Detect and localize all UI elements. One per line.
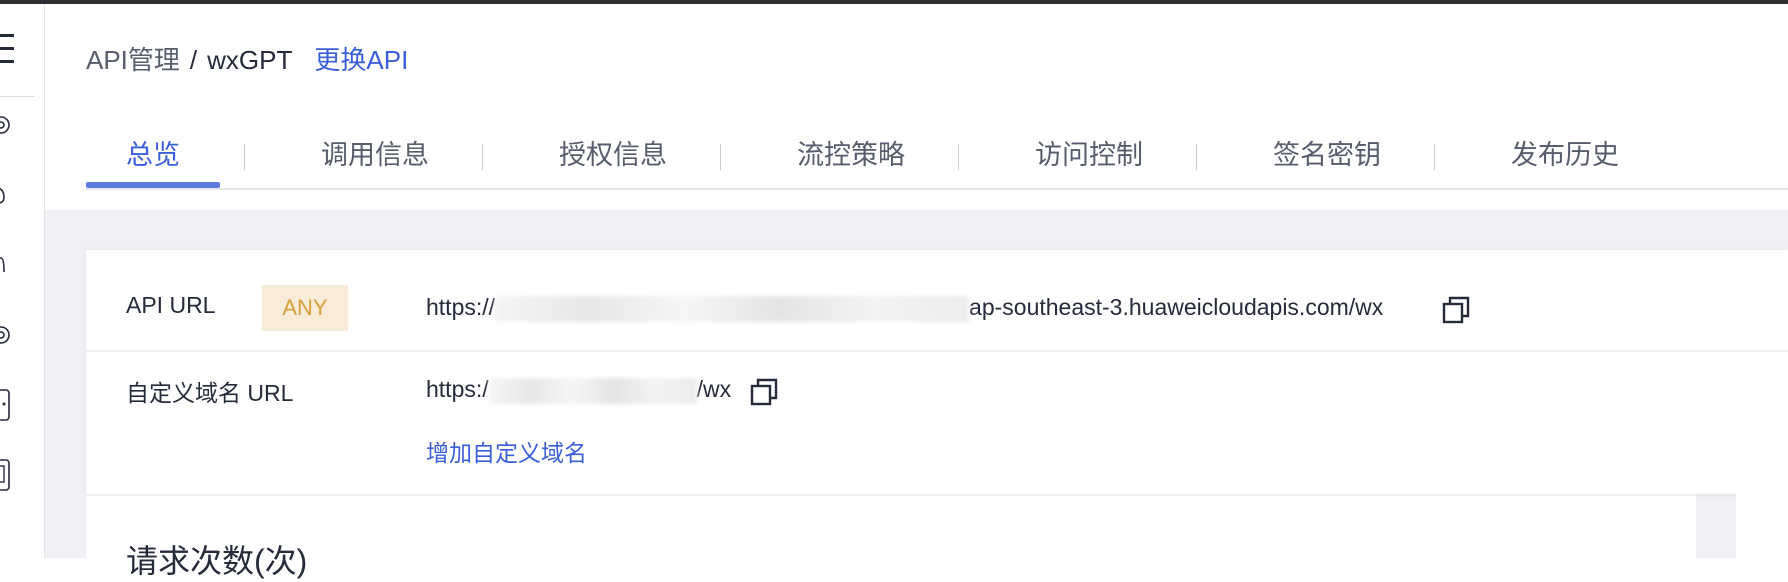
api-url-value[interactable]: https:// ap-southeast-3.huaweicloudapis.c…: [426, 294, 1383, 322]
breadcrumb-api-name: wxGPT: [207, 45, 293, 75]
tab-authorization-info[interactable]: 授权信息: [524, 128, 702, 186]
api-url-label: API URL: [126, 292, 216, 318]
copy-custom-url-icon[interactable]: [750, 378, 778, 406]
tab-signature-key[interactable]: 签名密钥: [1238, 128, 1416, 186]
custom-url-suffix: /wx: [696, 376, 732, 402]
rail-divider: [0, 96, 34, 97]
cloud-icon[interactable]: [0, 184, 12, 206]
function-icon[interactable]: [0, 254, 12, 276]
breadcrumb-separator: /: [189, 45, 198, 75]
side-stats-card: [1736, 494, 1788, 558]
redacted-custom-domain: [488, 377, 697, 404]
menu-icon[interactable]: [0, 34, 14, 64]
custom-url-prefix: https:/: [426, 376, 489, 402]
tab-divider: [958, 144, 959, 170]
tab-divider: [482, 144, 483, 170]
settings-icon[interactable]: [0, 324, 12, 346]
window-top-bar: [0, 0, 1788, 4]
breadcrumb-api-management[interactable]: API管理: [86, 45, 180, 75]
row-divider: [86, 350, 1788, 352]
toolkit-icon[interactable]: [0, 458, 12, 492]
tab-access-control[interactable]: 访问控制: [1000, 128, 1178, 186]
method-badge: ANY: [262, 285, 348, 331]
add-custom-domain-link[interactable]: 增加自定义域名: [426, 434, 587, 468]
change-api-link[interactable]: 更换API: [314, 45, 408, 75]
request-count-title: 请求次数(次): [126, 543, 308, 579]
service-icon[interactable]: [0, 114, 12, 136]
tab-traffic-control[interactable]: 流控策略: [762, 128, 940, 186]
tab-overview[interactable]: 总览: [86, 128, 220, 188]
custom-domain-label: 自定义域名 URL: [126, 380, 294, 406]
api-url-card: API URL ANY https:// ap-southeast-3.huawe…: [86, 250, 1788, 494]
breadcrumb: API管理 / wxGPT 更换API: [86, 42, 408, 78]
tab-invocation-info[interactable]: 调用信息: [286, 128, 464, 186]
tab-divider: [720, 144, 721, 170]
tab-bar: 总览 调用信息 授权信息 流控策略 访问控制 签名密钥 发布历史: [86, 128, 1788, 190]
tab-divider: [1196, 144, 1197, 170]
api-url-prefix: https://: [426, 294, 496, 320]
document-icon[interactable]: [0, 388, 12, 422]
request-count-card: 请求次数(次): [86, 494, 1696, 579]
tab-divider: [244, 144, 245, 170]
tab-publish-history[interactable]: 发布历史: [1476, 128, 1654, 186]
copy-api-url-icon[interactable]: [1442, 296, 1470, 324]
tab-divider: [1434, 144, 1435, 170]
sidebar-rail: [0, 4, 45, 558]
custom-domain-url-value[interactable]: https:/ /wx: [426, 376, 731, 404]
redacted-domain: [495, 295, 970, 322]
api-url-suffix: ap-southeast-3.huaweicloudapis.com/wx: [969, 294, 1384, 320]
